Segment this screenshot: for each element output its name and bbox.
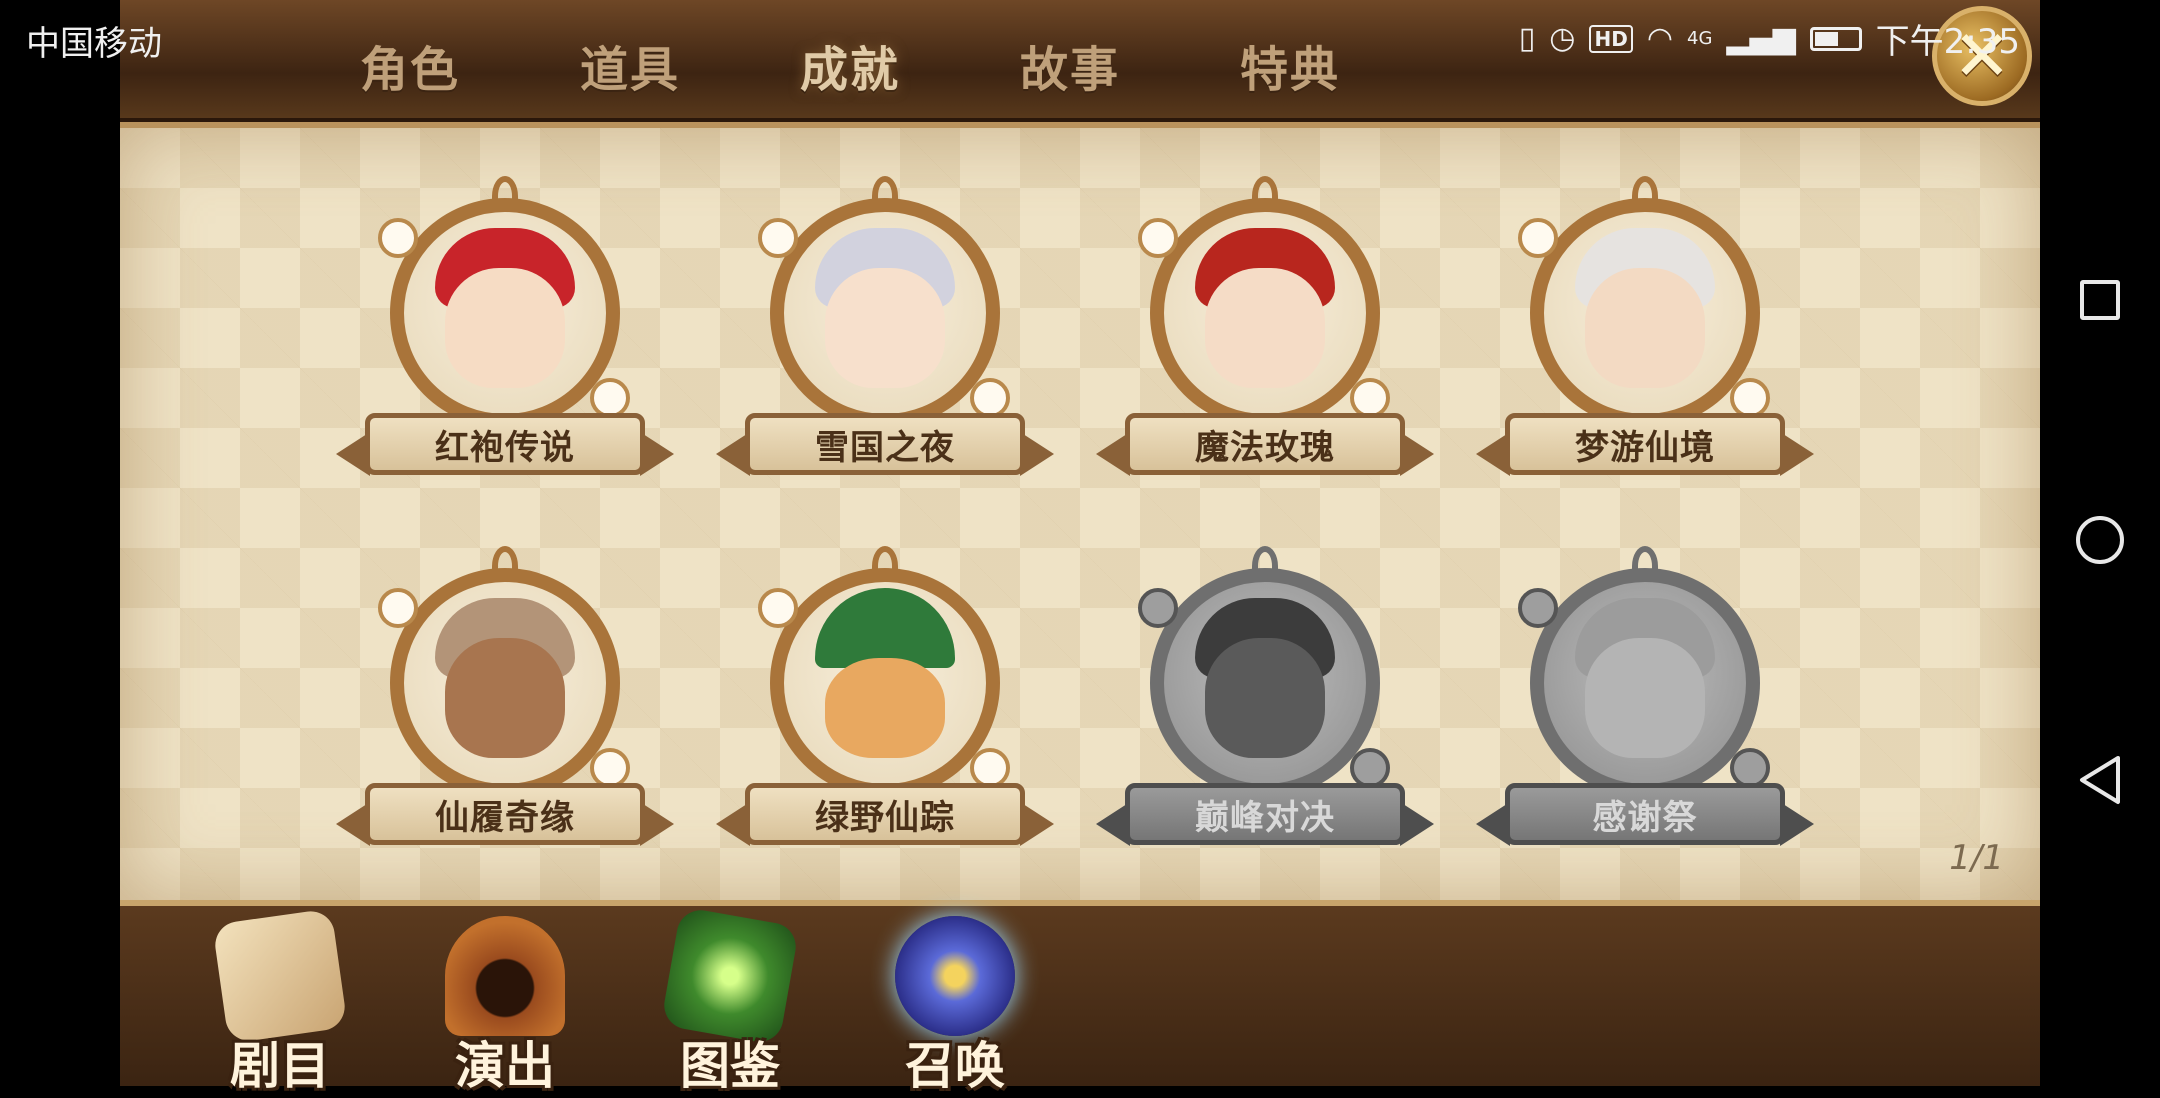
- nav-label: 演出: [455, 1037, 555, 1095]
- back-button[interactable]: [2070, 750, 2130, 810]
- flower-icon: [758, 588, 798, 628]
- character-face: [1205, 638, 1325, 758]
- card-title: 巅峰对决: [1195, 797, 1335, 838]
- flower-icon: [970, 748, 1010, 788]
- achievement-card[interactable]: 魔法玫瑰: [1096, 158, 1434, 508]
- flower-icon: [1138, 218, 1178, 258]
- flower-icon: [1518, 588, 1558, 628]
- flower-icon: [1138, 588, 1178, 628]
- flower-icon: [1730, 378, 1770, 418]
- nav-repertoire-button[interactable]: 剧目: [180, 906, 380, 1095]
- character-face: [445, 268, 565, 388]
- card-title: 梦游仙境: [1575, 427, 1715, 468]
- nav-label: 剧目: [230, 1037, 330, 1095]
- card-title-ribbon: 红袍传说: [336, 413, 674, 476]
- character-face: [445, 638, 565, 758]
- card-title-ribbon: 梦游仙境: [1476, 413, 1814, 476]
- scroll-quill-icon: [212, 908, 348, 1044]
- game-screen: 角色 道具 成就 故事 特典 ✕ 红袍传说 雪国之夜 魔法玫瑰 梦游仙境 仙履奇…: [120, 0, 2040, 1095]
- character-face: [1585, 268, 1705, 388]
- achievement-card[interactable]: 仙履奇缘: [336, 528, 674, 878]
- nav-performance-button[interactable]: 演出: [405, 906, 605, 1095]
- home-button[interactable]: [2070, 510, 2130, 570]
- home-icon: [2076, 516, 2124, 564]
- card-title: 魔法玫瑰: [1195, 427, 1335, 468]
- tab-specials[interactable]: 特典: [1180, 30, 1400, 104]
- page-indicator: 1/1: [1949, 838, 2004, 878]
- card-title: 绿野仙踪: [815, 797, 955, 838]
- summon-orb-icon: [895, 916, 1015, 1036]
- flower-icon: [970, 378, 1010, 418]
- flower-icon: [1350, 748, 1390, 788]
- character-face: [825, 658, 945, 758]
- nav-summon-button[interactable]: 召唤: [855, 906, 1055, 1095]
- card-title: 雪国之夜: [815, 427, 955, 468]
- card-title: 仙履奇缘: [435, 797, 575, 838]
- nav-label: 召唤: [905, 1037, 1005, 1095]
- book-icon: [660, 906, 800, 1046]
- card-title-ribbon: 感谢祭: [1476, 783, 1814, 846]
- flower-icon: [1730, 748, 1770, 788]
- system-nav-bar: [2040, 0, 2160, 1080]
- character-face: [1205, 268, 1325, 388]
- flower-icon: [758, 218, 798, 258]
- close-icon: ✕: [1952, 15, 2012, 97]
- recents-button[interactable]: [2070, 270, 2130, 330]
- achievement-panel: 红袍传说 雪国之夜 魔法玫瑰 梦游仙境 仙履奇缘 绿野仙踪 巅峰对决 感谢祭 1…: [120, 128, 2040, 900]
- achievement-card-locked[interactable]: 巅峰对决: [1096, 528, 1434, 878]
- tab-characters[interactable]: 角色: [300, 30, 520, 104]
- achievement-card[interactable]: 雪国之夜: [716, 158, 1054, 508]
- card-title-ribbon: 仙履奇缘: [336, 783, 674, 846]
- flower-icon: [590, 378, 630, 418]
- close-button[interactable]: ✕: [1932, 6, 2032, 106]
- card-title-ribbon: 雪国之夜: [716, 413, 1054, 476]
- card-title-ribbon: 魔法玫瑰: [1096, 413, 1434, 476]
- tab-achievements[interactable]: 成就: [740, 30, 960, 104]
- back-icon: [2080, 756, 2120, 804]
- achievement-card[interactable]: 红袍传说: [336, 158, 674, 508]
- tab-stories[interactable]: 故事: [960, 30, 1180, 104]
- flower-icon: [590, 748, 630, 788]
- card-title: 红袍传说: [435, 427, 575, 468]
- flower-icon: [1518, 218, 1558, 258]
- nav-label: 图鉴: [680, 1037, 780, 1095]
- flower-icon: [378, 218, 418, 258]
- character-face: [825, 268, 945, 388]
- achievement-card[interactable]: 绿野仙踪: [716, 528, 1054, 878]
- tab-bar: 角色 道具 成就 故事 特典 ✕: [120, 0, 2040, 128]
- card-title-ribbon: 绿野仙踪: [716, 783, 1054, 846]
- nav-encyclopedia-button[interactable]: 图鉴: [630, 906, 830, 1095]
- card-title-ribbon: 巅峰对决: [1096, 783, 1434, 846]
- achievement-card[interactable]: 梦游仙境: [1476, 158, 1814, 508]
- flower-icon: [1350, 378, 1390, 418]
- recents-icon: [2080, 280, 2120, 320]
- achievement-card-locked[interactable]: 感谢祭: [1476, 528, 1814, 878]
- character-face: [1585, 638, 1705, 758]
- stage-icon: [445, 916, 565, 1036]
- flower-icon: [378, 588, 418, 628]
- card-title: 感谢祭: [1592, 797, 1698, 838]
- bottom-nav: 剧目 演出 图鉴 召唤: [120, 900, 2040, 1095]
- tab-items[interactable]: 道具: [520, 30, 740, 104]
